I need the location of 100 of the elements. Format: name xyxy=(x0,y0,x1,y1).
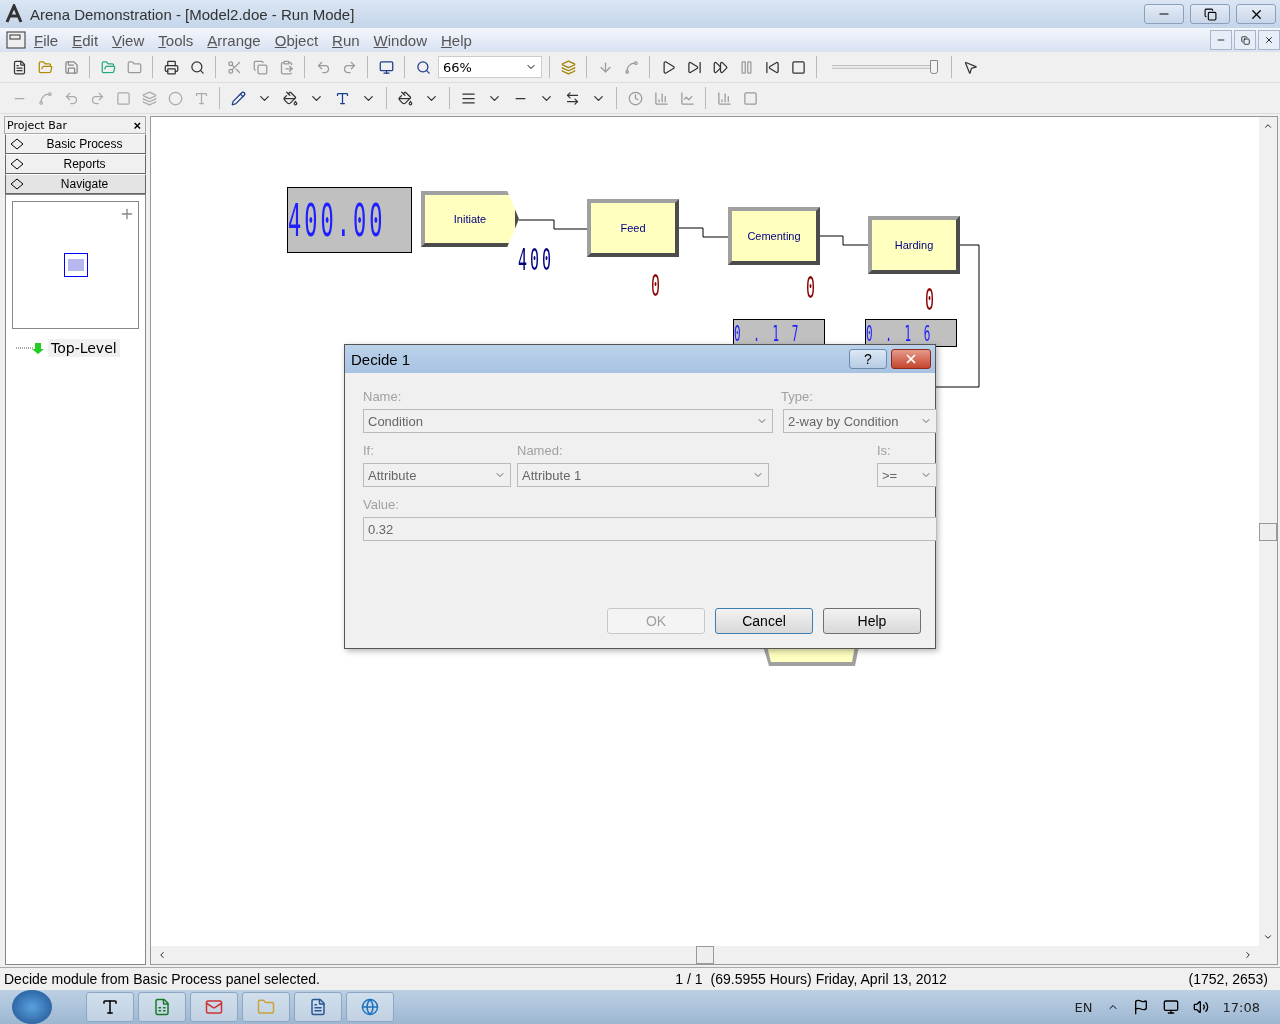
dropdown-field[interactable]: Attribute xyxy=(363,463,511,487)
plus-icon[interactable] xyxy=(119,206,135,222)
polygon-icon[interactable] xyxy=(141,90,157,106)
menu-item[interactable]: File xyxy=(28,31,65,49)
bar-chart-icon[interactable] xyxy=(716,90,732,106)
menu-item[interactable]: Run xyxy=(326,31,366,49)
undo-icon[interactable] xyxy=(315,59,331,75)
volume-icon[interactable] xyxy=(1192,999,1209,1015)
print-icon[interactable] xyxy=(163,59,179,75)
copy-icon[interactable] xyxy=(252,59,268,75)
polyline-icon[interactable] xyxy=(37,90,53,106)
save-icon[interactable] xyxy=(63,59,79,75)
fast-forward-icon[interactable] xyxy=(712,59,728,75)
open-folder-icon[interactable] xyxy=(100,59,116,75)
zoom-combo[interactable]: 66% xyxy=(438,56,542,78)
menu-item[interactable]: Edit xyxy=(66,31,105,49)
text-color-icon[interactable] xyxy=(334,90,350,106)
panel-tab[interactable]: Navigate xyxy=(5,174,146,194)
dropdown-field[interactable]: Condition xyxy=(363,409,773,433)
taskbar-button[interactable] xyxy=(294,992,342,1022)
rewind-icon[interactable] xyxy=(764,59,780,75)
menu-item[interactable]: Arrange xyxy=(201,31,267,49)
digital-display[interactable]: 400.00 xyxy=(287,187,412,253)
redo-icon[interactable] xyxy=(341,59,357,75)
scroll-thumb[interactable] xyxy=(1259,522,1277,541)
help-pointer-icon[interactable] xyxy=(962,59,978,75)
dialog-button[interactable]: Cancel xyxy=(715,608,813,634)
scroll-up-icon[interactable] xyxy=(1263,121,1273,131)
pen-icon[interactable] xyxy=(230,90,246,106)
scroll-down-icon[interactable] xyxy=(1263,932,1273,942)
process-module[interactable]: Cementing xyxy=(728,207,820,265)
new-file-icon[interactable] xyxy=(11,59,27,75)
print-preview-icon[interactable] xyxy=(189,59,205,75)
dropdown-field[interactable]: >= xyxy=(877,463,937,487)
digital-display[interactable]: 0 . 1 7 xyxy=(733,319,825,347)
window-icon[interactable] xyxy=(378,59,394,75)
line-width-icon[interactable] xyxy=(460,90,476,106)
clock[interactable]: 17:08 xyxy=(1222,999,1260,1015)
display-value: 400.00 xyxy=(288,194,386,246)
slider-thumb[interactable] xyxy=(929,60,938,74)
document-icon xyxy=(309,998,327,1016)
tree-item[interactable]: Top-Level xyxy=(48,339,120,357)
ellipse-icon[interactable] xyxy=(167,90,183,106)
scroll-left-icon[interactable] xyxy=(157,950,167,960)
create-module[interactable]: Initiate xyxy=(421,191,519,247)
fill-icon[interactable] xyxy=(282,90,298,106)
app-logo-icon xyxy=(4,4,24,24)
menu-item[interactable]: Tools xyxy=(152,31,200,49)
menu-item[interactable]: Window xyxy=(367,31,433,49)
process-module[interactable]: Harding xyxy=(868,216,960,274)
clock-icon[interactable] xyxy=(627,90,643,106)
minimize-button[interactable] xyxy=(1210,30,1232,50)
search-icon[interactable] xyxy=(415,59,431,75)
restore-button[interactable] xyxy=(1190,4,1230,24)
dialog-button[interactable]: Help xyxy=(823,608,921,634)
help-button[interactable]: ? xyxy=(849,349,887,369)
stop-icon[interactable] xyxy=(790,59,806,75)
flag-icon[interactable] xyxy=(1132,999,1149,1015)
view-rectangle[interactable] xyxy=(63,253,88,277)
arrow-style-icon[interactable] xyxy=(564,90,580,106)
taskbar-button[interactable] xyxy=(138,992,186,1022)
digital-display[interactable]: 0 . 1 6 xyxy=(865,319,957,347)
text-icon[interactable] xyxy=(193,90,209,106)
dropdown-field[interactable]: Attribute 1 xyxy=(517,463,769,487)
scroll-thumb[interactable] xyxy=(696,946,714,964)
menu-item[interactable]: Object xyxy=(268,31,325,49)
close-button[interactable] xyxy=(891,349,931,369)
arc-icon[interactable] xyxy=(63,90,79,106)
close-button[interactable] xyxy=(1258,30,1280,50)
minimize-button[interactable] xyxy=(1144,4,1184,24)
close-button[interactable] xyxy=(1236,4,1276,24)
close-button[interactable]: × xyxy=(133,117,141,133)
overview-map[interactable] xyxy=(12,201,139,329)
connector-icon[interactable] xyxy=(623,59,639,75)
cut-icon[interactable] xyxy=(226,59,242,75)
pause-icon[interactable] xyxy=(738,59,754,75)
play-icon[interactable] xyxy=(660,59,676,75)
step-icon[interactable] xyxy=(686,59,702,75)
dropdown-field[interactable]: 2-way by Condition xyxy=(783,409,937,433)
menu-item[interactable]: View xyxy=(106,31,151,49)
bar-chart-icon[interactable] xyxy=(653,90,669,106)
menu-item[interactable]: Help xyxy=(434,31,478,49)
panel-tab[interactable]: Basic Process xyxy=(5,134,146,154)
line-chart-icon[interactable] xyxy=(679,90,695,106)
layers-icon[interactable] xyxy=(560,59,576,75)
open-folder-icon[interactable] xyxy=(37,59,53,75)
language-indicator[interactable]: EN xyxy=(1074,999,1093,1015)
start-button[interactable] xyxy=(12,990,52,1024)
paste-icon[interactable] xyxy=(278,59,294,75)
value-field[interactable]: 0.32 xyxy=(363,517,937,541)
process-module[interactable]: Feed xyxy=(587,199,679,257)
palette-icon[interactable] xyxy=(397,90,413,106)
taskbar-button[interactable] xyxy=(86,992,134,1022)
panel-icon xyxy=(10,178,24,190)
folder-icon[interactable] xyxy=(126,59,142,75)
network-icon[interactable] xyxy=(1162,999,1179,1015)
panel-tab[interactable]: Reports xyxy=(5,154,146,174)
square-icon[interactable] xyxy=(742,90,758,106)
curve-icon[interactable] xyxy=(89,90,105,106)
scroll-right-icon[interactable] xyxy=(1243,950,1253,960)
